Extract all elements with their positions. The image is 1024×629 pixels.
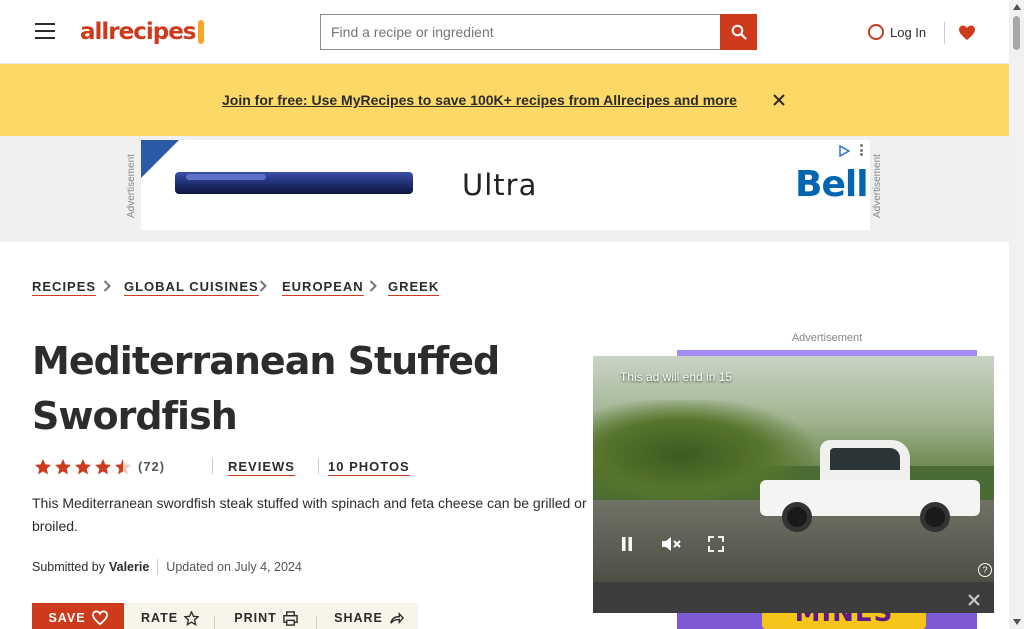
chevron-right-icon [258, 278, 268, 294]
chevron-right-icon [102, 278, 112, 294]
submitted-by-label: Submitted by [32, 560, 105, 574]
save-label: SAVE [48, 611, 86, 625]
recipe-description: This Mediterranean swordfish steak stuff… [32, 495, 587, 534]
scroll-down-button[interactable] [1009, 615, 1024, 629]
login-label: Log In [890, 24, 927, 40]
rate-label: RATE [140, 611, 179, 625]
fullscreen-button[interactable] [696, 530, 736, 558]
wheel-w1 [782, 502, 812, 532]
fullscreen-icon [708, 536, 724, 552]
rate-button[interactable]: RATE [132, 603, 208, 629]
ad-product-name: Ultra [462, 168, 538, 202]
adchoices-icon[interactable] [838, 144, 851, 158]
header-divider [944, 22, 945, 44]
rating-count: (72) [138, 458, 166, 474]
meta-divider [212, 458, 213, 474]
user-icon [868, 24, 884, 40]
byline: Submitted by Valerie Updated on July 4, … [32, 558, 392, 576]
scroll-up-button[interactable] [1009, 0, 1024, 14]
star-icon-3[interactable] [74, 458, 92, 476]
breadcrumb-greek[interactable]: GREEK [388, 276, 438, 296]
close-icon [773, 94, 785, 106]
star-icon-1[interactable] [34, 458, 52, 476]
star-rating [34, 458, 134, 476]
adchoices-play-icon [839, 144, 851, 158]
byline-divider [157, 559, 159, 575]
login-button[interactable]: Log In [868, 18, 934, 46]
window [830, 448, 900, 470]
video-frame-truck [760, 440, 980, 532]
chevron-right-icon [368, 278, 378, 294]
breadcrumb-recipes[interactable]: RECIPES [32, 276, 95, 296]
logo-spoon-icon [197, 20, 204, 44]
ad-label: Advertisement [126, 154, 137, 218]
ad-label: Advertisement [791, 332, 863, 344]
video-ad-countdown: This ad will end in 15 [620, 370, 733, 384]
pause-icon [622, 537, 632, 551]
updated-date: Updated on July 4, 2024 [166, 560, 302, 574]
mute-button[interactable] [651, 530, 691, 558]
dot [859, 153, 863, 156]
reviews-link[interactable]: REVIEWS [228, 456, 312, 476]
page-scrollbar[interactable] [1009, 0, 1024, 629]
heart-icon [959, 25, 975, 40]
ad-label: Advertisement [872, 154, 883, 218]
muted-speaker-icon [662, 537, 681, 551]
action-divider [214, 616, 215, 629]
pause-button[interactable] [607, 530, 647, 558]
dot [859, 144, 863, 147]
share-label: SHARE [334, 611, 383, 625]
triangle-down-icon [1012, 619, 1021, 625]
site-logo[interactable]: allrecipes [80, 14, 210, 50]
ad-brand-logo: Bell [795, 164, 869, 205]
recipe-title: Mediterranean Stuffed Swordfish [32, 339, 500, 438]
ad-options-icon[interactable] [858, 144, 864, 156]
video-ad-footer [593, 582, 994, 613]
star-icon-2[interactable] [54, 458, 72, 476]
saved-recipes-button[interactable] [956, 20, 978, 46]
action-divider [316, 616, 317, 629]
breadcrumb-global-cuisines[interactable]: GLOBAL CUISINES [124, 276, 258, 296]
wheel-w2 [920, 502, 950, 532]
search-input[interactable] [321, 15, 720, 49]
video-close-button[interactable] [962, 590, 986, 610]
save-button[interactable]: SAVE [32, 603, 124, 629]
star-icon-4[interactable] [94, 458, 112, 476]
menu-button[interactable] [32, 18, 58, 44]
star-half-icon-5[interactable] [114, 458, 132, 476]
share-arrow-icon [390, 611, 404, 624]
hamburger-icon [35, 23, 55, 25]
search-icon [731, 24, 747, 40]
logo-text: allrecipes [80, 19, 197, 45]
photos-link[interactable]: 10 PHOTOS [328, 456, 424, 476]
heart-outline-icon [91, 610, 108, 626]
ad-corner-graphic [141, 140, 179, 178]
promo-close-button[interactable] [770, 88, 788, 112]
close-icon [968, 594, 980, 606]
dot [859, 148, 863, 152]
promo-link[interactable]: Join for free: Use MyRecipes to save 100… [222, 88, 756, 112]
hamburger-icon-line [35, 30, 55, 32]
triangle-up-icon [1012, 4, 1021, 10]
print-label: PRINT [234, 611, 277, 625]
star-outline-icon [184, 610, 200, 626]
search-button[interactable] [720, 14, 757, 50]
ad-phone-camera [186, 174, 266, 180]
print-button[interactable]: PRINT [222, 603, 310, 629]
meta-divider [318, 458, 319, 474]
author-link[interactable]: Valerie [109, 560, 149, 574]
breadcrumb-european[interactable]: EUROPEAN [282, 276, 363, 296]
printer-icon [282, 610, 298, 626]
scrollbar-thumb[interactable] [1013, 16, 1020, 50]
hamburger-icon-line [35, 37, 55, 39]
share-button[interactable]: SHARE [326, 603, 412, 629]
search-box [320, 14, 720, 50]
help-icon[interactable]: ? [978, 563, 992, 577]
